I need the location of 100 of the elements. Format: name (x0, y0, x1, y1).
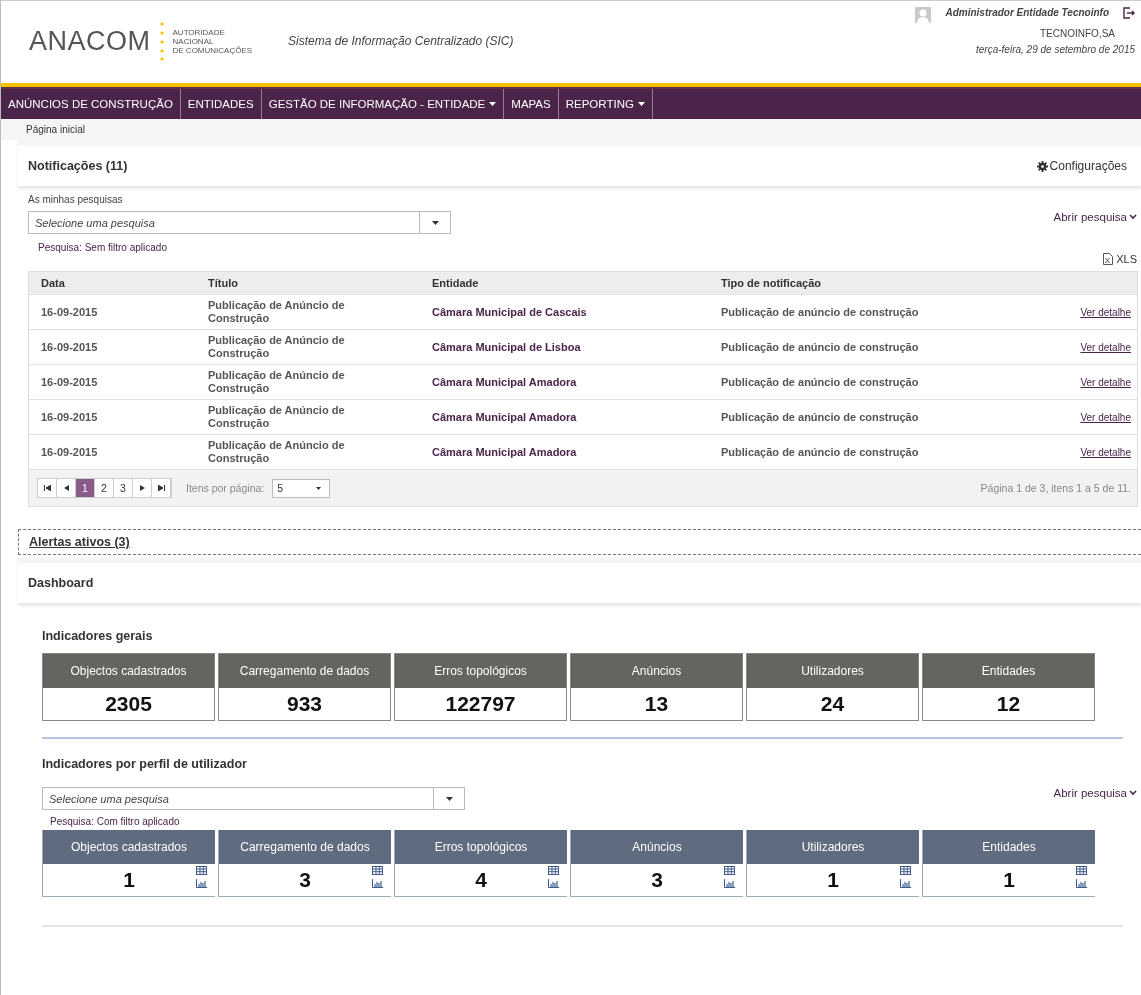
indicator-label: Objectos cadastrados (43, 654, 214, 688)
indicator-value: 933 (285, 691, 323, 717)
detail-link[interactable]: Ver detalhe (1080, 376, 1137, 388)
detail-link[interactable]: Ver detalhe (1080, 446, 1137, 458)
settings-link[interactable]: Configurações (1036, 159, 1127, 173)
bar-chart-icon[interactable] (1076, 879, 1087, 888)
indicator-value: 1 (1003, 867, 1015, 893)
indicator-value: 1 (123, 867, 135, 893)
table-cell-text: Publicação de anúncio de construção (721, 306, 920, 318)
table-icon[interactable] (196, 866, 207, 875)
section-title: Dashboard (28, 576, 94, 590)
table-cell-text: Publicação de Anúncio de Construção (208, 334, 346, 360)
indicator-value: 122797 (444, 691, 517, 717)
export-xls-link[interactable]: XLS (1103, 253, 1137, 265)
system-title: Sistema de Informação Centralizado (SIC) (288, 34, 514, 48)
page-button[interactable]: 2 (95, 479, 114, 497)
table-cell-text: Câmara Municipal Amadora (432, 411, 578, 423)
detail-link[interactable]: Ver detalhe (1080, 341, 1137, 353)
indicator-value: 4 (475, 867, 487, 893)
excel-file-icon (1103, 253, 1114, 265)
page-button[interactable]: 1 (76, 479, 95, 497)
indicator-label: Erros topológicos (395, 654, 566, 688)
caret-icon (489, 102, 497, 106)
indicator-label: Utilizadores (747, 654, 918, 688)
bar-chart-icon[interactable] (900, 879, 911, 888)
indicator-label: Entidades (923, 654, 1094, 688)
page-button[interactable]: 3 (114, 479, 133, 497)
filter-status: Pesquisa: Com filtro aplicado (50, 816, 181, 827)
indicator-value: 3 (299, 867, 311, 893)
settings-icon (1036, 160, 1048, 172)
caret-icon (316, 486, 322, 490)
alerts-panel-header[interactable]: Alertas ativos (3) (18, 529, 1141, 555)
column-header: Tipo de notificação (721, 277, 823, 289)
search-select[interactable]: Selecione uma pesquisa (42, 787, 465, 810)
bar-chart-icon[interactable] (724, 879, 735, 888)
indicator-label: Carregamento de dados (219, 830, 391, 864)
logout-icon[interactable] (1123, 7, 1135, 19)
detail-link[interactable]: Ver detalhe (1080, 411, 1137, 423)
page-summary: Página 1 de 3, itens 1 a 5 de 11. (980, 482, 1131, 494)
subsection-title: Indicadores gerais (42, 629, 154, 643)
indicator-value: 13 (643, 691, 670, 717)
logo-subtitle: NACIONAL (172, 36, 215, 46)
chevron-icon (1129, 790, 1137, 796)
indicator-value: 2305 (104, 691, 153, 717)
caret-icon (431, 220, 439, 225)
indicator-value: 12 (995, 691, 1022, 717)
table-cell-text: Câmara Municipal Amadora (432, 376, 578, 388)
subsection-title: Indicadores por perfil de utilizador (42, 757, 248, 771)
table-cell-text: 16-09-2015 (41, 376, 99, 388)
table-cell-text: Câmara Municipal de Cascais (432, 306, 588, 318)
table-cell-text: Publicação de Anúncio de Construção (208, 439, 346, 465)
page-size-label: Itens por página: (186, 482, 265, 494)
section-title: Alertas ativos (3) (29, 535, 130, 549)
bar-chart-icon[interactable] (196, 879, 207, 888)
bar-chart-icon[interactable] (548, 879, 559, 888)
detail-link[interactable]: Ver detalhe (1080, 306, 1137, 318)
table-icon[interactable] (1076, 866, 1087, 875)
open-search-link[interactable]: Abrir pesquisa (1053, 211, 1137, 223)
column-header: Título (208, 276, 239, 290)
logo-text: ANACOM (29, 25, 151, 57)
table-cell-text: 16-09-2015 (41, 306, 99, 318)
indicator-label: Objectos cadastrados (43, 830, 215, 864)
field-label: As minhas pesquisas (28, 194, 124, 205)
table-icon[interactable] (900, 866, 911, 875)
column-header: Entidade (432, 277, 480, 289)
dots-icon (158, 21, 165, 61)
previous-icon (63, 485, 69, 491)
indicator-label: Utilizadores (747, 830, 919, 864)
indicator-label: Anúncios (571, 830, 743, 864)
indicator-label: Erros topológicos (395, 830, 567, 864)
chevron-icon (1129, 214, 1137, 220)
table-cell-text: Publicação de anúncio de construção (721, 376, 920, 388)
table-icon[interactable] (372, 866, 383, 875)
search-select[interactable]: Selecione uma pesquisa (28, 211, 451, 234)
avatar-icon (915, 7, 932, 23)
company-name: TECNOINFO,SA (1040, 28, 1115, 39)
logo-subtitle: AUTORIDADE (172, 27, 226, 37)
indicator-value: 24 (819, 691, 846, 717)
table-cell-text: 16-09-2015 (41, 411, 99, 423)
table-cell-text: Câmara Municipal Amadora (432, 446, 578, 458)
indicator-label: Carregamento de dados (219, 654, 390, 688)
table-icon[interactable] (548, 866, 559, 875)
first-page-icon (43, 485, 51, 491)
section-title: Notificações (11) (28, 159, 128, 173)
bar-chart-icon[interactable] (372, 879, 383, 888)
table-cell-text: Publicação de Anúncio de Construção (208, 299, 346, 325)
filter-status: Pesquisa: Sem filtro aplicado (38, 242, 168, 253)
table-cell-text: Publicação de anúncio de construção (721, 446, 920, 458)
table-cell-text: Câmara Municipal de Lisboa (432, 341, 582, 353)
column-header: Data (41, 277, 66, 289)
table-cell-text: Publicação de anúncio de construção (721, 411, 920, 423)
indicator-value: 1 (827, 867, 839, 893)
table-icon[interactable] (724, 866, 735, 875)
table-cell-text: Publicação de Anúncio de Construção (208, 404, 346, 430)
page-size-select[interactable]: 5 (272, 478, 331, 498)
open-search-link[interactable]: Abrir pesquisa (1053, 787, 1137, 799)
next-icon (139, 485, 145, 491)
breadcrumb: Página inicial (1, 119, 1141, 140)
caret-icon (637, 102, 645, 106)
current-date: terça-feira, 29 de setembro de 2015 (976, 44, 1135, 55)
